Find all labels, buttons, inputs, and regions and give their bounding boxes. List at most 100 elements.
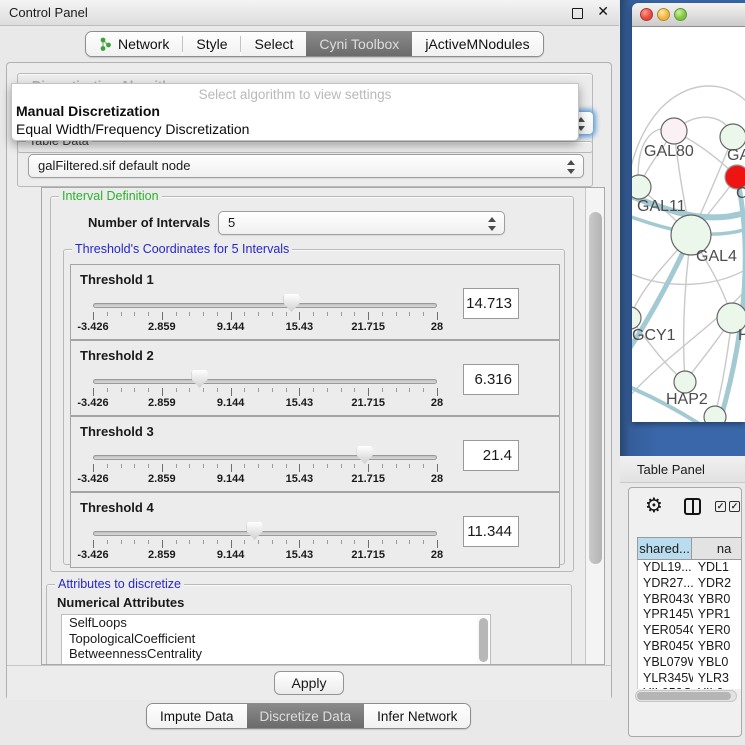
network-edge[interactable] (632, 269, 745, 284)
control-panel: Control Panel ✕ Network Style Select Cyn… (0, 0, 619, 745)
network-node[interactable] (661, 118, 687, 144)
top-tab-bar: Network Style Select Cyni Toolbox jActiv… (85, 31, 544, 57)
slider-thumb[interactable] (284, 294, 300, 312)
threshold-panel: Threshold 1-3.4262.8599.14415.4321.71528… (70, 264, 560, 340)
checkbox-icon[interactable]: ✓ (715, 501, 726, 512)
tab-cyni-toolbox[interactable]: Cyni Toolbox (306, 32, 412, 56)
combo-stepper-icon (567, 159, 576, 175)
tab-jactivemnodules[interactable]: jActiveMNodules (412, 32, 542, 56)
table-cell-name: YDR2 (693, 576, 742, 592)
table-row[interactable]: YER054CYER0 (638, 623, 742, 639)
slider-thumb[interactable] (247, 522, 263, 540)
table-row[interactable]: YBR043CYBR0 (638, 592, 742, 608)
close-traffic-light-icon[interactable] (640, 8, 653, 21)
combo-stepper-icon (488, 216, 497, 232)
table-cell-shared-name: YDL19... (638, 560, 693, 576)
slider-thumb[interactable] (192, 370, 208, 388)
table-cell-name: YPR1 (693, 607, 742, 623)
table-cell-name: YIL0 (693, 686, 742, 689)
number-of-intervals-value: 5 (228, 215, 235, 230)
table-row[interactable]: YIL052CYIL0 (638, 686, 742, 689)
thresholds-group-label: Threshold's Coordinates for 5 Intervals (72, 242, 292, 256)
network-edge[interactable] (684, 235, 691, 382)
network-node[interactable] (632, 307, 641, 329)
table-cell-shared-name: YBL079W (638, 655, 693, 671)
network-node-label: H (738, 327, 745, 344)
slider-track[interactable] (93, 455, 437, 460)
table-panel-title: Table Panel (637, 462, 705, 477)
dropdown-hint: Select algorithm to view settings (12, 87, 578, 102)
network-node[interactable] (674, 371, 696, 393)
zoom-traffic-light-icon[interactable] (674, 8, 687, 21)
threshold-label: Threshold 1 (80, 272, 154, 287)
dropdown-option-manual-discretization[interactable]: Manual Discretization (16, 103, 160, 119)
slider-thumb[interactable] (357, 446, 373, 464)
table-row[interactable]: YPR145WYPR1 (638, 607, 742, 623)
slider-track[interactable] (93, 303, 437, 308)
numerical-attributes-list[interactable]: SelfLoopsTopologicalCoefficientBetweenne… (61, 614, 491, 665)
table-row[interactable]: YBL079WYBL0 (638, 655, 742, 671)
slider-scale-labels: -3.4262.8599.14415.4321.71528 (93, 473, 437, 485)
threshold-value-field[interactable]: 11.344 (463, 516, 519, 547)
number-of-intervals-combobox[interactable]: 5 (218, 211, 505, 235)
checkbox-icon[interactable]: ✓ (729, 501, 740, 512)
table-data-group: Table Data galFiltered.sif default node (17, 141, 593, 187)
minimize-traffic-light-icon[interactable] (657, 8, 670, 21)
network-node[interactable] (632, 175, 651, 199)
interval-definition-group: Interval Definition Number of Intervals … (50, 196, 574, 572)
tab-infer-network[interactable]: Infer Network (364, 704, 470, 728)
threshold-value-field[interactable]: 6.316 (463, 364, 519, 395)
table-row[interactable]: YDR27...YDR2 (638, 576, 742, 592)
table-horizontal-scrollbar[interactable] (635, 690, 737, 702)
close-icon[interactable]: ✕ (597, 4, 609, 20)
column-header-shared[interactable]: shared... (637, 537, 692, 560)
slider-track[interactable] (93, 379, 437, 384)
attributes-scrollbar[interactable] (477, 616, 489, 665)
column-layout-icon[interactable] (684, 498, 701, 515)
table-cell-name: YBR0 (693, 592, 742, 608)
tab-select[interactable]: Select (241, 32, 306, 56)
threshold-value-field[interactable]: 21.4 (463, 440, 519, 471)
table-row[interactable]: YDL19...YDL1 (638, 560, 742, 576)
network-node-label: GCY1 (632, 327, 676, 344)
settings-vertical-scrollbar[interactable] (585, 188, 604, 664)
apply-button[interactable]: Apply (274, 671, 344, 695)
threshold-label: Threshold 4 (80, 500, 154, 515)
tab-discretize-data[interactable]: Discretize Data (247, 704, 365, 728)
threshold-panel: Threshold 2-3.4262.8599.14415.4321.71528… (70, 340, 560, 416)
threshold-value-field[interactable]: 14.713 (463, 288, 519, 319)
gear-icon[interactable]: ⚙ (645, 493, 663, 517)
network-icon (99, 37, 113, 52)
slider-scale-labels: -3.4262.8599.14415.4321.71528 (93, 397, 437, 409)
apply-bar: Apply (7, 665, 611, 700)
attribute-list-item[interactable]: SelfLoops (62, 615, 490, 631)
tab-network[interactable]: Network (86, 32, 182, 56)
attributes-group-label: Attributes to discretize (55, 577, 184, 591)
slider-ticks (93, 540, 437, 548)
network-view-window: GAL80GACGAL11GAL4GCY1HHAP2 (632, 3, 745, 422)
dropdown-option-equal-width[interactable]: Equal Width/Frequency Discretization (16, 121, 249, 137)
network-node-label: GAL11 (637, 198, 686, 215)
settings-scroll-viewport: Interval Definition Number of Intervals … (41, 187, 605, 665)
attribute-list-item[interactable]: BetweennessCentrality (62, 646, 490, 662)
column-header-name[interactable]: na (692, 537, 742, 560)
table-cell-shared-name: YLR345W (638, 671, 693, 687)
slider-ticks (93, 388, 437, 396)
tab-network-label: Network (118, 36, 169, 52)
tab-style[interactable]: Style (183, 32, 240, 56)
tab-impute-data[interactable]: Impute Data (147, 704, 247, 728)
tab-select-label: Select (254, 36, 293, 52)
float-window-icon[interactable] (572, 8, 583, 19)
table-row[interactable]: YBR045CYBR0 (638, 639, 742, 655)
table-panel-titlebar: Table Panel (620, 456, 745, 483)
slider-ticks (93, 464, 437, 472)
network-node[interactable] (704, 406, 726, 422)
table-row[interactable]: YLR345WYLR3 (638, 671, 742, 687)
table-data-value: galFiltered.sif default node (38, 158, 190, 173)
slider-track[interactable] (93, 531, 437, 536)
table-cell-shared-name: YDR27... (638, 576, 693, 592)
attribute-list-item[interactable]: TopologicalCoefficient (62, 631, 490, 647)
table-data-combobox[interactable]: galFiltered.sif default node (28, 154, 584, 178)
slider-ticks (93, 312, 437, 320)
network-canvas[interactable]: GAL80GACGAL11GAL4GCY1HHAP2 (632, 27, 745, 422)
